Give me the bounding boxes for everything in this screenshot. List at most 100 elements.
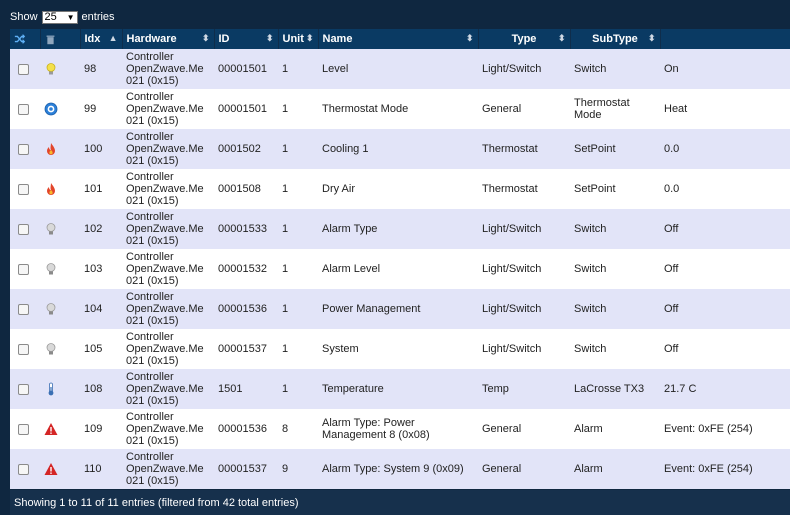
cell-data: Event: 0xFE (254) [660,449,790,489]
row-checkbox[interactable] [18,383,29,395]
row-select-cell [10,129,40,169]
row-checkbox[interactable] [18,263,29,275]
show-label: Show [10,11,38,23]
cell-hardware: Controller OpenZwave.Me 021 (0x15) [122,409,214,449]
entries-label: entries [81,11,115,23]
hardware-line: Controller [126,91,174,103]
trash-icon[interactable] [45,34,56,45]
row-checkbox[interactable] [18,143,29,155]
cell-data: 0.0 [660,169,790,209]
cell-idx: 103 [80,249,122,289]
hardware-line: 021 (0x15) [126,235,179,247]
alert-icon[interactable] [44,422,58,436]
table-info-text: Showing 1 to 11 of 11 entries (filtered … [14,496,299,509]
table-row[interactable]: 108 Controller OpenZwave.Me 021 (0x15) 1501 1… [10,369,790,409]
row-select-cell [10,329,40,369]
table-row[interactable]: 103 Controller OpenZwave.Me 021 (0x15) 00001… [10,249,790,289]
row-checkbox[interactable] [18,423,29,435]
thermometer-icon[interactable] [44,382,58,396]
cell-idx: 105 [80,329,122,369]
row-select-cell [10,449,40,489]
sort-icon: ⬍ [265,33,274,43]
cell-id: 00001532 [214,249,278,289]
cell-data: On [660,49,790,89]
hardware-line: OpenZwave.Me [126,63,204,75]
col-subtype[interactable]: SubType ⬍ [570,29,661,49]
hardware-line: Controller [126,171,174,183]
table-row[interactable]: 109 Controller OpenZwave.Me 021 (0x15) 00001… [10,409,790,449]
cell-unit: 1 [278,329,318,369]
hardware-line: Controller [126,131,174,143]
row-select-cell [10,169,40,209]
row-checkbox[interactable] [18,343,29,355]
row-icon-cell [40,249,80,289]
cell-idx: 102 [80,209,122,249]
sort-icon: ⬍ [201,33,210,43]
cell-id: 1501 [214,369,278,409]
cell-id: 0001502 [214,129,278,169]
flame-icon[interactable] [44,142,58,156]
row-select-cell [10,249,40,289]
row-checkbox[interactable] [18,183,29,195]
table-row[interactable]: 98 Controller OpenZwave.Me 021 (0x15) 000015… [10,49,790,89]
cell-type: Light/Switch [478,249,570,289]
sort-icon: ⬍ [557,33,566,43]
cell-idx: 110 [80,449,122,489]
hardware-line: OpenZwave.Me [126,423,204,435]
table-row[interactable]: 110 Controller OpenZwave.Me 021 (0x15) 00001… [10,449,790,489]
row-icon-cell [40,329,80,369]
col-type[interactable]: Type ⬍ [478,29,571,49]
col-idx[interactable]: Idx ▲ [80,29,123,49]
cell-type: Light/Switch [478,49,570,89]
cell-idx: 100 [80,129,122,169]
row-checkbox[interactable] [18,303,29,315]
select-all-header[interactable] [10,29,41,49]
col-name[interactable]: Name ⬍ [318,29,479,49]
cell-id: 00001537 [214,449,278,489]
row-select-cell [10,289,40,329]
bulb-on-icon[interactable] [44,62,58,76]
cell-idx: 98 [80,49,122,89]
bulb-off-icon[interactable] [44,302,58,316]
hardware-line: OpenZwave.Me [126,143,204,155]
hardware-line: 021 (0x15) [126,395,179,407]
cell-hardware: Controller OpenZwave.Me 021 (0x15) [122,369,214,409]
row-select-cell [10,409,40,449]
cell-data: Off [660,209,790,249]
row-icon-cell [40,209,80,249]
table-row[interactable]: 104 Controller OpenZwave.Me 021 (0x15) 00001… [10,289,790,329]
hardware-line: OpenZwave.Me [126,383,204,395]
cell-subtype: Switch [570,289,660,329]
hardware-line: 021 (0x15) [126,115,179,127]
cell-id: 00001501 [214,49,278,89]
row-checkbox[interactable] [18,103,29,115]
shuffle-icon[interactable] [14,33,26,45]
flame-icon[interactable] [44,182,58,196]
alert-icon[interactable] [44,462,58,476]
table-row[interactable]: 102 Controller OpenZwave.Me 021 (0x15) 00001… [10,209,790,249]
col-hardware[interactable]: Hardware ⬍ [122,29,215,49]
cell-name: Thermostat Mode [318,89,478,129]
bulb-off-icon[interactable] [44,262,58,276]
hardware-line: OpenZwave.Me [126,183,204,195]
table-row[interactable]: 105 Controller OpenZwave.Me 021 (0x15) 00001… [10,329,790,369]
cell-type: General [478,449,570,489]
hardware-line: 021 (0x15) [126,475,179,487]
thermostat-mode-icon[interactable] [44,102,58,116]
table-row[interactable]: 100 Controller OpenZwave.Me 021 (0x15) 00015… [10,129,790,169]
cell-idx: 99 [80,89,122,129]
cell-id: 00001501 [214,89,278,129]
trash-header[interactable] [40,29,81,49]
table-row[interactable]: 101 Controller OpenZwave.Me 021 (0x15) 00015… [10,169,790,209]
row-checkbox[interactable] [18,63,29,75]
row-checkbox[interactable] [18,223,29,235]
page-size-select[interactable]: 25 ▼ [41,10,78,24]
col-unit[interactable]: Unit ⬍ [278,29,319,49]
col-id[interactable]: ID ⬍ [214,29,279,49]
table-row[interactable]: 99 Controller OpenZwave.Me 021 (0x15) 000015… [10,89,790,129]
cell-subtype: Thermostat Mode [570,89,660,129]
cell-type: Light/Switch [478,329,570,369]
row-checkbox[interactable] [18,463,29,475]
bulb-off-icon[interactable] [44,222,58,236]
bulb-off-icon[interactable] [44,342,58,356]
